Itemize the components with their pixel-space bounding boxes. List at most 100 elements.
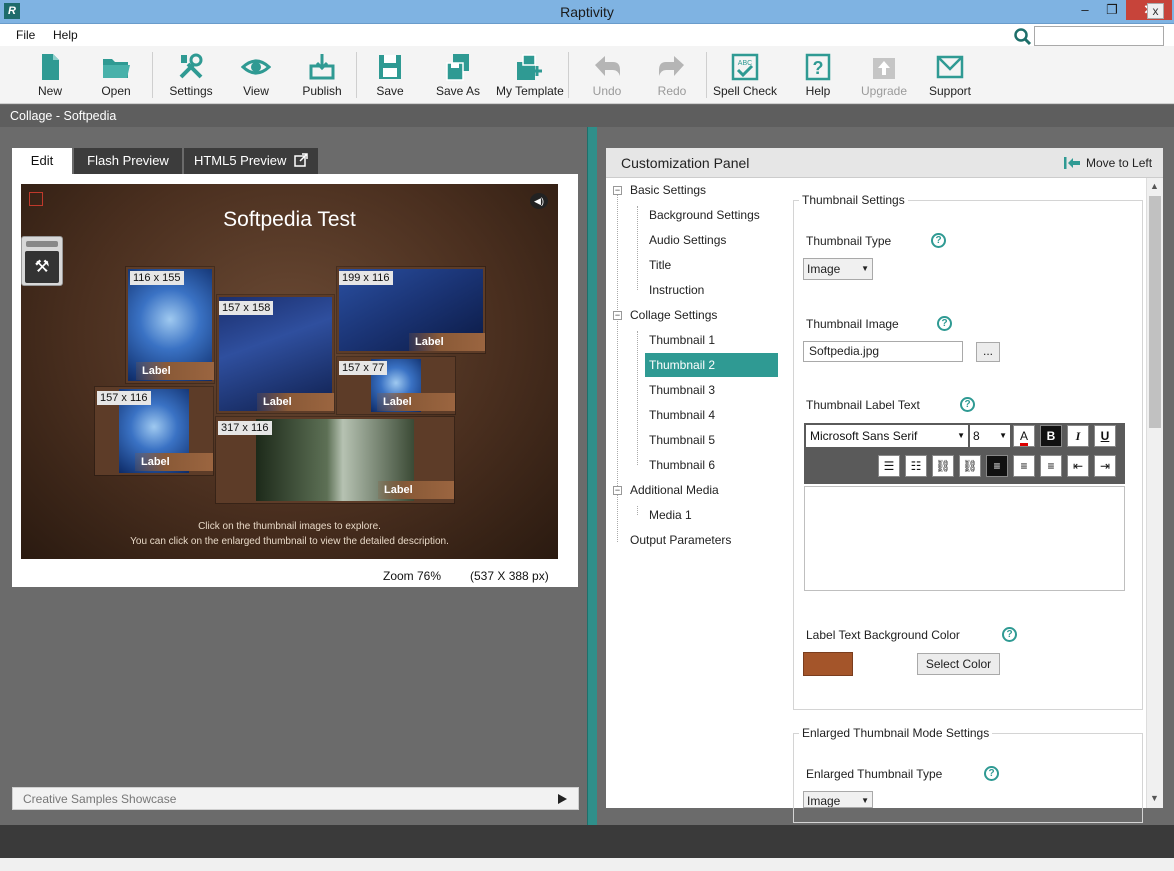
thumbnail-size: 157 x 116 bbox=[97, 391, 151, 405]
save-button[interactable]: Save bbox=[358, 50, 422, 102]
menu-help[interactable]: Help bbox=[53, 24, 78, 46]
select-color-button[interactable]: Select Color bbox=[917, 653, 1000, 675]
creative-samples-showcase[interactable]: Creative Samples Showcase bbox=[12, 787, 579, 810]
upgrade-button[interactable]: Upgrade bbox=[852, 50, 916, 102]
unlink-button[interactable]: ⛓ bbox=[959, 455, 981, 477]
tree-thumbnail-1[interactable]: Thumbnail 1 bbox=[649, 331, 715, 349]
redo-button[interactable]: Redo bbox=[640, 50, 704, 102]
spell-check-button[interactable]: ABC Spell Check bbox=[713, 50, 777, 102]
link-button[interactable]: ⛓ bbox=[932, 455, 954, 477]
thumbnail-3[interactable]: 199 x 116 Label bbox=[337, 267, 485, 353]
publish-button[interactable]: Publish bbox=[290, 50, 354, 102]
outdent-icon: ⇤ bbox=[1072, 459, 1084, 473]
thumbnail-2[interactable]: 157 x 158 Label bbox=[217, 295, 334, 413]
toolbar-separator bbox=[568, 52, 569, 98]
tree-basic-settings[interactable]: Basic Settings bbox=[630, 181, 706, 199]
tree-thumbnail-6[interactable]: Thumbnail 6 bbox=[649, 456, 715, 474]
scrollbar-thumb[interactable] bbox=[1149, 196, 1161, 428]
tree-thumbnail-5[interactable]: Thumbnail 5 bbox=[649, 431, 715, 449]
my-template-button[interactable]: My Template bbox=[496, 50, 564, 102]
scroll-up-icon[interactable]: ▲ bbox=[1150, 181, 1159, 191]
customization-panel-title: Customization Panel bbox=[621, 155, 750, 171]
help-icon[interactable]: ? bbox=[1002, 627, 1017, 642]
stage-instruction-2: You can click on the enlarged thumbnail … bbox=[130, 536, 449, 547]
browse-button[interactable]: ... bbox=[976, 342, 1000, 362]
label-bg-color-label: Label Text Background Color bbox=[806, 628, 960, 642]
search-input[interactable] bbox=[1034, 26, 1164, 46]
help-icon[interactable]: ? bbox=[984, 766, 999, 781]
tree-thumbnail-3[interactable]: Thumbnail 3 bbox=[649, 381, 715, 399]
tab-flash-preview[interactable]: Flash Preview bbox=[74, 148, 182, 174]
tree-collapse-basic[interactable]: − bbox=[613, 186, 622, 195]
search-icon[interactable] bbox=[1013, 27, 1033, 47]
font-family-select[interactable]: Microsoft Sans Serif ▼ bbox=[806, 425, 968, 447]
tab-edit[interactable]: Edit bbox=[12, 148, 72, 174]
thumbnail-type-select[interactable]: Image ▼ bbox=[803, 258, 873, 280]
move-to-left-button[interactable]: Move to Left bbox=[1086, 148, 1152, 178]
tree-media-1[interactable]: Media 1 bbox=[649, 506, 692, 524]
scroll-down-icon[interactable]: ▼ bbox=[1150, 793, 1159, 803]
tree-instruction[interactable]: Instruction bbox=[649, 281, 704, 299]
help-icon[interactable]: ? bbox=[931, 233, 946, 248]
maximize-button[interactable]: ❐ bbox=[1098, 0, 1126, 20]
numbered-list-button[interactable]: ☷ bbox=[905, 455, 927, 477]
bold-button[interactable]: B bbox=[1040, 425, 1062, 447]
stage-title[interactable]: Softpedia Test bbox=[21, 208, 558, 232]
tree-title[interactable]: Title bbox=[649, 256, 671, 274]
panel-splitter[interactable] bbox=[587, 127, 597, 825]
tree-collapse-additional[interactable]: − bbox=[613, 486, 622, 495]
tree-thumbnail-4[interactable]: Thumbnail 4 bbox=[649, 406, 715, 424]
thumbnail-5[interactable]: 157 x 116 Label bbox=[95, 387, 213, 475]
settings-tree: − Basic Settings Background Settings Aud… bbox=[606, 178, 779, 808]
align-right-icon: ≡ bbox=[1047, 459, 1055, 473]
font-color-button[interactable]: A bbox=[1013, 425, 1035, 447]
bullet-list-button[interactable]: ☰ bbox=[878, 455, 900, 477]
close-document-button[interactable]: x bbox=[1147, 3, 1164, 19]
tree-additional-media[interactable]: Additional Media bbox=[630, 481, 719, 499]
label-bg-color-swatch[interactable] bbox=[803, 652, 853, 676]
view-button[interactable]: View bbox=[224, 50, 288, 102]
open-button[interactable]: Open bbox=[84, 50, 148, 102]
menu-file[interactable]: File bbox=[16, 24, 35, 46]
save-as-icon bbox=[446, 54, 469, 81]
help-icon[interactable]: ? bbox=[960, 397, 975, 412]
tree-collapse-collage[interactable]: − bbox=[613, 311, 622, 320]
align-left-button[interactable]: ≡ bbox=[986, 455, 1008, 477]
thumbnail-4[interactable]: 157 x 77 Label bbox=[337, 357, 455, 414]
panel-scrollbar[interactable]: ▲ ▼ bbox=[1146, 178, 1163, 808]
tree-output-parameters[interactable]: Output Parameters bbox=[630, 531, 731, 549]
thumbnail-image-field[interactable]: Softpedia.jpg bbox=[803, 341, 963, 362]
settings-button[interactable]: Settings bbox=[159, 50, 223, 102]
undo-label: Undo bbox=[592, 84, 622, 98]
tree-collage-settings[interactable]: Collage Settings bbox=[630, 306, 717, 324]
tree-background-settings[interactable]: Background Settings bbox=[649, 206, 760, 224]
help-button[interactable]: ? Help bbox=[786, 50, 850, 102]
stage-tools-button[interactable]: ⚒ bbox=[21, 236, 63, 286]
link-icon: ⛓ bbox=[935, 459, 951, 473]
tree-thumbnail-2[interactable]: Thumbnail 2 bbox=[645, 353, 779, 377]
minimize-button[interactable]: – bbox=[1070, 0, 1100, 20]
thumbnail-size: 157 x 77 bbox=[339, 361, 388, 375]
indent-button[interactable]: ⇥ bbox=[1094, 455, 1116, 477]
thumbnail-1[interactable]: 116 x 155 Label bbox=[126, 267, 214, 383]
play-icon[interactable] bbox=[555, 791, 569, 807]
speaker-icon[interactable]: ◀) bbox=[530, 193, 548, 209]
underline-button[interactable]: U bbox=[1094, 425, 1116, 447]
enlarged-type-select[interactable]: Image ▼ bbox=[803, 791, 873, 808]
chevron-down-icon: ▼ bbox=[999, 431, 1007, 440]
new-button[interactable]: New bbox=[18, 50, 82, 102]
align-center-button[interactable]: ≡ bbox=[1013, 455, 1035, 477]
save-as-button[interactable]: Save As bbox=[426, 50, 490, 102]
outdent-button[interactable]: ⇤ bbox=[1067, 455, 1089, 477]
tree-audio-settings[interactable]: Audio Settings bbox=[649, 231, 726, 249]
help-icon[interactable]: ? bbox=[937, 316, 952, 331]
undo-button[interactable]: Undo bbox=[575, 50, 639, 102]
tab-html5-preview[interactable]: HTML5 Preview bbox=[184, 148, 318, 174]
align-right-button[interactable]: ≡ bbox=[1040, 455, 1062, 477]
support-button[interactable]: Support bbox=[918, 50, 982, 102]
label-text-editor[interactable] bbox=[804, 486, 1125, 591]
move-left-icon[interactable] bbox=[1064, 157, 1080, 169]
thumbnail-6[interactable]: 317 x 116 Label bbox=[216, 417, 454, 503]
font-size-select[interactable]: 8 ▼ bbox=[970, 425, 1010, 447]
italic-button[interactable]: I bbox=[1067, 425, 1089, 447]
